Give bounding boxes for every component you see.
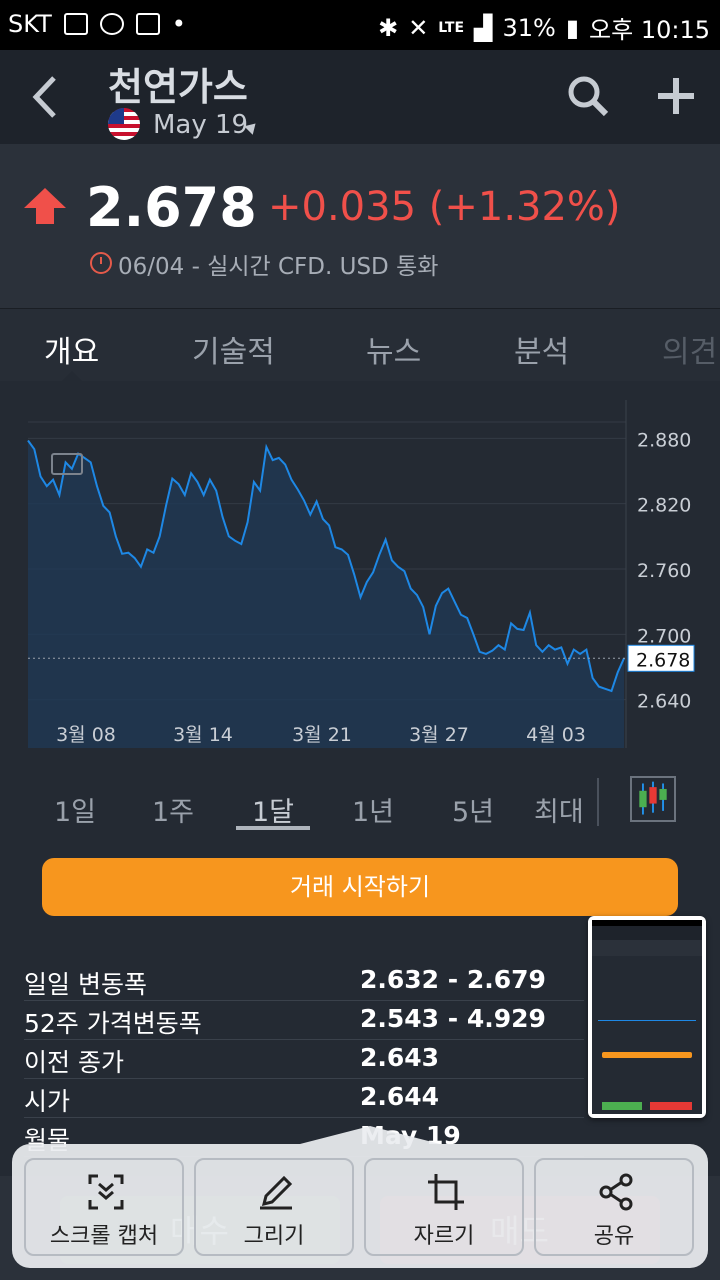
- tab-analysis[interactable]: 분석: [514, 327, 569, 371]
- capture-toolbar: 스크롤 캡처 그리기 자르기 공유: [12, 1126, 708, 1268]
- stat-label: 시가: [24, 1087, 71, 1116]
- gallery-icon: [63, 13, 88, 35]
- candlestick-icon[interactable]: [630, 776, 676, 822]
- stat-value: 2.643: [360, 1043, 440, 1072]
- screenshot-thumbnail[interactable]: [588, 916, 706, 1118]
- stat-row: 시가 2.644: [24, 1079, 584, 1118]
- x-tick-label: 3월 14: [173, 724, 233, 746]
- scroll-capture-label: 스크롤 캡처: [49, 1224, 159, 1249]
- last-price: 2.678: [86, 176, 257, 239]
- series-area: [28, 440, 624, 748]
- scroll-capture-button[interactable]: 스크롤 캡처: [24, 1158, 184, 1256]
- stat-label: 일일 변동폭: [24, 970, 147, 999]
- share-icon: [599, 1173, 633, 1211]
- tab-bar: 개요 기술적 뉴스 분석 의견: [0, 308, 720, 381]
- signal-icon: ▟: [474, 13, 493, 42]
- clock-label: 오후 10:15: [589, 16, 710, 44]
- status-bar: SKT • ✱ ✕ LTE ▟ 31% ▮ 오후 10:15: [0, 0, 720, 50]
- contract-selector[interactable]: May 19: [153, 110, 248, 140]
- y-tick-label: 2.880: [637, 429, 691, 451]
- range-1d[interactable]: 1일: [54, 790, 96, 829]
- us-flag-icon: [108, 108, 140, 140]
- x-tick-label: 3월 21: [292, 724, 352, 746]
- quote-panel: 2.678 +0.035 (+1.32%) 06/04 - 실시간 CFD. U…: [0, 144, 720, 308]
- x-tick-label: 3월 27: [409, 724, 469, 746]
- stat-label: 52주 가격변동폭: [24, 1009, 202, 1038]
- y-tick-label: 2.820: [637, 495, 691, 517]
- divider: [597, 778, 599, 826]
- tab-overview[interactable]: 개요: [44, 327, 99, 371]
- price-change: +0.035 (+1.32%): [268, 184, 621, 230]
- stat-value: 2.632 - 2.679: [360, 965, 546, 994]
- range-selector: 1일 1주 1달 1년 5년 최대: [0, 770, 720, 840]
- add-icon[interactable]: [654, 74, 698, 118]
- network-label: LTE: [438, 19, 465, 36]
- cast-icon: [135, 13, 160, 35]
- tab-news[interactable]: 뉴스: [366, 327, 421, 371]
- bluetooth-icon: ✱: [378, 13, 399, 42]
- range-1m[interactable]: 1달: [252, 790, 294, 829]
- pencil-icon: [260, 1175, 293, 1210]
- clock-icon: [90, 252, 112, 274]
- price-chart[interactable]: 2.880 2.820 2.760 2.700 2.640 2.678 3월 08 3월 14…: [0, 380, 720, 760]
- range-max[interactable]: 최대: [534, 790, 584, 829]
- battery-label: 31%: [502, 13, 556, 42]
- scroll-capture-icon: [88, 1174, 124, 1210]
- range-underline: [236, 826, 310, 830]
- battery-icon: ▮: [565, 13, 580, 42]
- stat-value: 2.644: [360, 1082, 440, 1111]
- tab-technical[interactable]: 기술적: [192, 327, 275, 371]
- range-1w[interactable]: 1주: [152, 790, 194, 829]
- stat-label: 이전 종가: [24, 1048, 124, 1077]
- share-button[interactable]: 공유: [534, 1158, 694, 1256]
- stat-value: 2.543 - 4.929: [360, 1004, 546, 1033]
- instrument-title: 천연가스: [108, 65, 248, 109]
- chat-icon: [99, 13, 124, 35]
- range-5y[interactable]: 5년: [452, 790, 494, 829]
- draw-button[interactable]: 그리기: [194, 1158, 354, 1256]
- toolbar-handle[interactable]: [300, 1126, 440, 1144]
- draw-label: 그리기: [243, 1224, 305, 1249]
- back-icon[interactable]: [26, 72, 66, 122]
- crop-label: 자르기: [413, 1224, 475, 1249]
- y-tick-label: 2.700: [637, 625, 691, 647]
- stat-row: 52주 가격변동폭 2.543 - 4.929: [24, 1001, 584, 1040]
- crop-icon: [428, 1174, 464, 1210]
- tab-opinion[interactable]: 의견: [662, 327, 717, 371]
- search-icon[interactable]: [566, 74, 610, 118]
- y-tick-label: 2.760: [637, 560, 691, 582]
- thumbnail-preview: [592, 920, 702, 1114]
- y-tick-label: 2.640: [637, 691, 691, 713]
- carrier-label: SKT: [8, 10, 52, 38]
- range-1y[interactable]: 1년: [352, 790, 394, 829]
- quote-meta: 06/04 - 실시간 CFD. USD 통화: [118, 254, 439, 280]
- current-value-label: 2.678: [636, 649, 690, 671]
- crop-button[interactable]: 자르기: [364, 1158, 524, 1256]
- app-header: 천연가스 May 19: [0, 50, 720, 144]
- stat-row: 이전 종가 2.643: [24, 1040, 584, 1079]
- x-tick-label: 3월 08: [56, 724, 116, 746]
- share-label: 공유: [593, 1224, 635, 1249]
- mute-icon: ✕: [408, 13, 429, 42]
- x-tick-label: 4월 03: [526, 724, 586, 746]
- dot-icon: •: [171, 10, 186, 38]
- up-arrow-icon: [24, 188, 66, 224]
- stat-row: 일일 변동폭 2.632 - 2.679: [24, 962, 584, 1001]
- start-trading-button[interactable]: 거래 시작하기: [42, 858, 678, 916]
